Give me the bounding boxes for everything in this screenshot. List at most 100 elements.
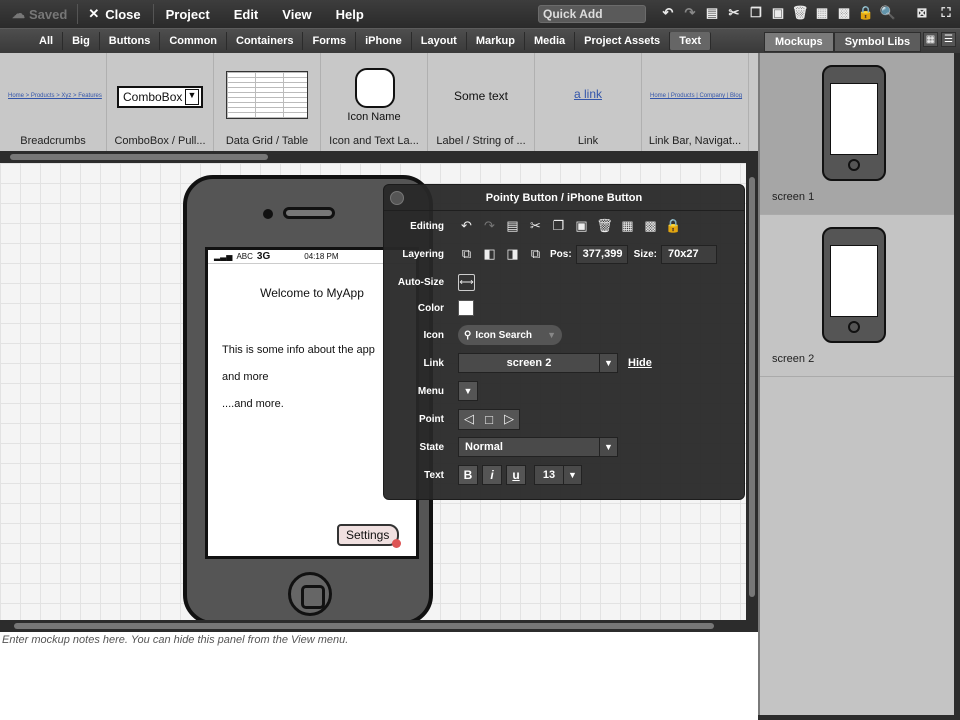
menu-edit[interactable]: Edit (222, 7, 271, 22)
scroll-thumb[interactable] (749, 177, 755, 597)
italic-button[interactable]: i (482, 465, 502, 485)
screen-thumbnail-2[interactable]: screen 2 (760, 215, 954, 377)
search-icon[interactable]: 🔍 (880, 4, 896, 22)
fullscreen-icon[interactable]: ⛶ (938, 4, 954, 22)
undo-icon[interactable]: ↶ (458, 218, 475, 235)
group-icon[interactable]: ▦ (619, 218, 636, 235)
clone-icon[interactable]: ▤ (504, 218, 521, 235)
category-markup[interactable]: Markup (467, 31, 525, 50)
tab-symbol-libs[interactable]: Symbol Libs (833, 32, 922, 52)
send-to-back-icon[interactable]: ⧉ (527, 246, 544, 263)
close-button[interactable]: ✕ Close (78, 6, 152, 22)
undo-icon[interactable]: ↶ (660, 4, 676, 22)
cut-icon[interactable]: ✂ (527, 218, 544, 235)
cut-icon[interactable]: ✂ (726, 4, 742, 22)
ungroup-icon[interactable]: ▩ (642, 218, 659, 235)
menu-label: Menu (417, 385, 444, 397)
layering-label: Layering (402, 248, 444, 260)
category-containers[interactable]: Containers (227, 31, 304, 50)
position-input[interactable]: 377,399 (575, 244, 628, 264)
font-size-value: 13 (542, 469, 556, 481)
paste-icon[interactable]: ▣ (573, 218, 590, 235)
canvas-vertical-scrollbar[interactable] (746, 163, 758, 620)
menu-project[interactable]: Project (154, 7, 222, 22)
size-input[interactable]: 70x27 (661, 244, 718, 264)
category-big[interactable]: Big (63, 31, 100, 50)
list-view-icon[interactable]: ☰ (941, 32, 956, 47)
category-media[interactable]: Media (525, 31, 576, 50)
phone-thumbnail (822, 65, 886, 181)
underline-button[interactable]: u (506, 465, 526, 485)
quick-add-input[interactable]: Quick Add (538, 5, 646, 23)
bold-button[interactable]: B (458, 465, 478, 485)
delete-icon[interactable]: 🗑 (792, 4, 809, 22)
sidebar-bottom-bar (758, 715, 960, 720)
point-left-icon[interactable]: ◁ (459, 410, 479, 429)
menu-view[interactable]: View (270, 7, 323, 22)
library-item-label-string[interactable]: Some text Label / String of ... (428, 53, 535, 151)
screen-thumbnail-1[interactable]: screen 1 (760, 53, 954, 215)
library-item-combobox[interactable]: ComboBox ▼ ComboBox / Pull... (107, 53, 214, 151)
category-project-assets[interactable]: Project Assets (575, 31, 671, 50)
category-iphone[interactable]: iPhone (356, 31, 412, 50)
ungroup-icon[interactable]: ▩ (836, 4, 852, 22)
redo-icon[interactable]: ↷ (481, 218, 498, 235)
properties-panel: Pointy Button / iPhone Button Editing ↶ … (383, 184, 745, 500)
tab-mockups[interactable]: Mockups (764, 32, 834, 52)
notes-panel[interactable]: Enter mockup notes here. You can hide th… (0, 632, 758, 720)
scroll-thumb[interactable] (10, 154, 268, 160)
category-common[interactable]: Common (160, 31, 228, 50)
close-window-icon[interactable]: ⊠ (914, 4, 930, 22)
send-backward-icon[interactable]: ◨ (504, 246, 521, 263)
category-layout[interactable]: Layout (412, 31, 467, 50)
copy-icon[interactable]: ❐ (550, 218, 567, 235)
canvas-horizontal-scrollbar[interactable] (0, 620, 758, 632)
state-select[interactable]: Normal ▼ (458, 437, 618, 457)
category-text[interactable]: Text (670, 31, 711, 50)
settings-pointy-button[interactable]: Settings (337, 524, 401, 548)
library-item-icon-text[interactable]: Icon Name Icon and Text La... (321, 53, 428, 151)
library-item-link-bar[interactable]: Home | Products | Company | Blog Link Ba… (642, 53, 749, 151)
sidebar-scrollbar[interactable] (954, 53, 960, 715)
delete-icon[interactable]: 🗑 (596, 218, 613, 235)
icon-row: Icon ⚲ Icon Search ▼ (384, 324, 562, 346)
hide-link[interactable]: Hide (628, 357, 652, 369)
group-icon[interactable]: ▦ (814, 4, 830, 22)
point-none-icon[interactable]: □ (479, 410, 499, 429)
library-item-link[interactable]: a link Link (535, 53, 642, 151)
scroll-thumb[interactable] (14, 623, 714, 629)
copy-icon[interactable]: ❐ (748, 4, 764, 22)
bring-to-front-icon[interactable]: ⧉ (458, 246, 475, 263)
category-forms[interactable]: Forms (303, 31, 357, 50)
menu-dropdown-button[interactable]: ▼ (458, 381, 478, 401)
panel-close-icon[interactable] (390, 191, 404, 205)
redo-icon[interactable]: ↷ (682, 4, 698, 22)
app-window: ☁ Saved ✕ Close Project Edit View Help Q… (0, 0, 960, 720)
grid-view-icon[interactable]: ▦ (923, 32, 938, 47)
speaker-icon (283, 207, 335, 219)
clone-icon[interactable]: ▤ (704, 4, 720, 22)
category-all[interactable]: All (30, 31, 64, 50)
library-item-data-grid[interactable]: Data Grid / Table (214, 53, 321, 151)
library-item-breadcrumbs[interactable]: Home > Products > Xyz > Features Breadcr… (0, 53, 107, 151)
lock-icon[interactable]: 🔒 (665, 218, 682, 235)
state-value: Normal (465, 441, 503, 453)
color-swatch[interactable] (458, 300, 474, 316)
autosize-icon[interactable]: ⟷ (458, 273, 475, 291)
menu-help[interactable]: Help (324, 7, 376, 22)
lock-icon[interactable]: 🔒 (858, 4, 874, 22)
close-icon: ✕ (88, 6, 100, 21)
screen-label: screen 1 (772, 191, 815, 203)
link-select[interactable]: screen 2 ▼ (458, 353, 618, 373)
state-label: State (419, 441, 444, 453)
resize-handle[interactable] (392, 539, 401, 548)
point-right-icon[interactable]: ▷ (499, 410, 519, 429)
font-size-select[interactable]: 13 ▼ (534, 465, 582, 485)
editing-row: Editing ↶ ↷ ▤ ✂ ❐ ▣ 🗑 ▦ ▩ 🔒 (384, 215, 682, 237)
category-buttons[interactable]: Buttons (100, 31, 161, 50)
bring-forward-icon[interactable]: ◧ (481, 246, 498, 263)
autosize-label: Auto-Size (397, 276, 444, 288)
icon-search-field[interactable]: ⚲ Icon Search ▼ (458, 325, 562, 345)
library-scrollbar[interactable] (0, 151, 758, 163)
paste-icon[interactable]: ▣ (770, 4, 786, 22)
